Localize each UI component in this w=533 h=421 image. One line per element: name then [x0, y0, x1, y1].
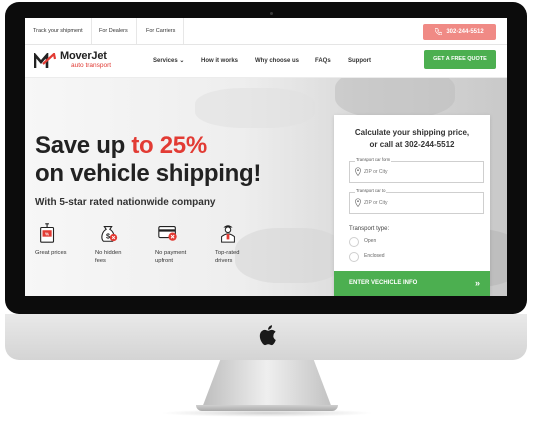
location-pin-icon: [355, 198, 361, 207]
feature-label: Top-rated drivers: [215, 250, 240, 264]
submit-label: ENTER VECHICLE INFO: [349, 280, 418, 286]
transport-from-field[interactable]: Transport car form: [349, 157, 484, 183]
chevron-down-icon: ⌄: [179, 58, 185, 64]
nav-services-label: Services: [153, 58, 178, 64]
driver-icon: [221, 225, 235, 243]
double-chevron-right-icon: »: [474, 278, 480, 288]
transport-type-label: Transport type:: [349, 226, 390, 232]
get-free-quote-button[interactable]: GET A FREE QUOTE: [424, 50, 496, 69]
nav-how-it-works[interactable]: How it works: [201, 45, 238, 77]
feature-label: No payment upfront: [155, 250, 187, 264]
svg-text:$: $: [106, 232, 110, 241]
logo-word-mover: Mover: [60, 50, 92, 62]
feature-label: Great prices: [35, 250, 67, 256]
feature-great-prices: % Great prices: [35, 222, 95, 257]
phone-number: 302-244-5512: [446, 29, 484, 35]
for-dealers-link[interactable]: For Dealers: [91, 18, 137, 44]
phone-button[interactable]: 302-244-5512: [423, 24, 496, 40]
feature-label: No hidden fees: [95, 250, 122, 264]
location-pin-icon: [355, 167, 361, 176]
hero-subheadline: With 5-star rated nationwide company: [35, 197, 216, 208]
feature-top-rated-drivers: Top-rated drivers: [215, 222, 275, 265]
enter-vehicle-info-button[interactable]: ENTER VECHICLE INFO »: [334, 271, 490, 296]
phone-icon: [434, 27, 443, 36]
track-shipment-link[interactable]: Track your shipment: [25, 18, 92, 44]
top-bar: Track your shipment For Dealers For Carr…: [25, 18, 507, 45]
form-title-line1: Calculate your shipping price,: [354, 128, 470, 137]
transport-to-field[interactable]: Transport car to: [349, 188, 484, 214]
quote-form: Calculate your shipping price, or call a…: [334, 115, 490, 296]
open-radio[interactable]: [349, 237, 359, 247]
enclosed-label: Enclosed: [364, 253, 385, 259]
form-title-line2: or call at 302-244-5512: [369, 140, 455, 149]
logo-wordmark: MoverJet: [60, 50, 107, 62]
no-card-icon: [158, 226, 177, 241]
open-label: Open: [364, 238, 377, 244]
headline-text: Save up: [35, 132, 132, 159]
enclosed-radio[interactable]: [349, 252, 359, 262]
moverjet-logo[interactable]: MoverJet auto transport: [34, 50, 144, 74]
background-car-image: [195, 88, 315, 128]
website-screen: Track your shipment For Dealers For Carr…: [25, 18, 507, 296]
for-carriers-link[interactable]: For Carriers: [138, 18, 185, 44]
money-bag-icon: $: [101, 226, 118, 242]
form-title: Calculate your shipping price, or call a…: [334, 127, 490, 151]
apple-logo-icon: [259, 325, 276, 346]
transport-from-label: Transport car form: [355, 157, 392, 162]
feature-no-payment-upfront: No payment upfront: [155, 222, 215, 265]
nav-faqs[interactable]: FAQs: [315, 45, 331, 77]
hero-section: Save up to 25% on vehicle shipping! With…: [25, 78, 507, 296]
nav-why-choose-us[interactable]: Why choose us: [255, 45, 299, 77]
price-tag-icon: %: [40, 223, 55, 243]
nav-services[interactable]: Services ⌄: [153, 45, 184, 77]
imac-mockup: Track your shipment For Dealers For Carr…: [0, 0, 533, 421]
logo-mark-icon: [34, 53, 56, 68]
background-car-image: [335, 78, 455, 118]
transport-to-input[interactable]: [364, 198, 479, 208]
camera-dot: [270, 12, 273, 15]
main-nav: MoverJet auto transport Services ⌄ How i…: [25, 45, 507, 78]
imac-stand: [202, 360, 332, 408]
nav-support[interactable]: Support: [348, 45, 371, 77]
svg-text:%: %: [45, 231, 49, 236]
feature-no-hidden-fees: $ No hidden fees: [95, 222, 155, 265]
transport-from-input[interactable]: [364, 167, 479, 177]
imac-stand-foot: [196, 405, 338, 411]
hero-headline-line2: on vehicle shipping!: [35, 160, 262, 187]
hero-headline-line1: Save up to 25%: [35, 132, 207, 160]
transport-to-label: Transport car to: [355, 188, 387, 193]
logo-tagline: auto transport: [71, 62, 112, 69]
logo-word-jet: Jet: [91, 50, 107, 62]
headline-highlight: to 25%: [131, 132, 207, 159]
